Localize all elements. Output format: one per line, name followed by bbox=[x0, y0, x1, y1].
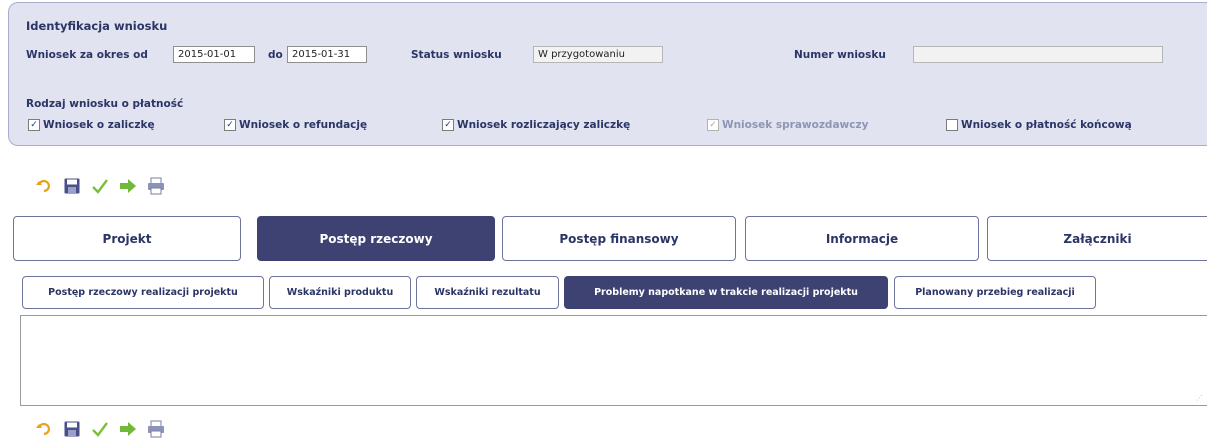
checkbox-label: Wniosek o zaliczkę bbox=[43, 119, 155, 131]
undo-icon[interactable] bbox=[34, 419, 54, 439]
print-icon[interactable] bbox=[146, 419, 166, 439]
period-from-field[interactable] bbox=[173, 46, 255, 63]
status-label: Status wniosku bbox=[411, 49, 502, 61]
checkbox-report: ✓ Wniosek sprawozdawczy bbox=[707, 119, 868, 131]
checkbox-advance-settlement[interactable]: ✓ Wniosek rozliczający zaliczkę bbox=[442, 119, 630, 131]
checkbox-label: Wniosek o płatność końcową bbox=[961, 119, 1132, 131]
payment-type-label: Rodzaj wniosku o płatność bbox=[26, 98, 184, 110]
problems-textarea[interactable]: ⋰ bbox=[20, 315, 1207, 406]
subtab-postep-rzeczowy-realizacji[interactable]: Postęp rzeczowy realizacji projektu bbox=[22, 276, 264, 309]
number-label: Numer wniosku bbox=[794, 49, 886, 61]
send-icon[interactable] bbox=[118, 419, 138, 439]
checkbox-checked-icon: ✓ bbox=[707, 119, 719, 131]
checkbox-advance-payment[interactable]: ✓ Wniosek o zaliczkę bbox=[28, 119, 155, 131]
checkbox-label: Wniosek o refundację bbox=[239, 119, 368, 131]
tab-postep-finansowy[interactable]: Postęp finansowy bbox=[502, 216, 736, 261]
panel-title: Identyfikacja wniosku bbox=[26, 19, 168, 33]
subtab-wskazniki-produktu[interactable]: Wskaźniki produktu bbox=[269, 276, 411, 309]
tab-informacje[interactable]: Informacje bbox=[745, 216, 979, 261]
checkbox-checked-icon[interactable]: ✓ bbox=[224, 119, 236, 131]
toolbar-bottom bbox=[34, 419, 166, 439]
status-field: W przygotowaniu bbox=[533, 46, 663, 63]
toolbar-top bbox=[34, 176, 166, 196]
tab-zalaczniki[interactable]: Załączniki bbox=[987, 216, 1207, 261]
subtab-problemy-napotkane[interactable]: Problemy napotkane w trakcie realizacji … bbox=[564, 276, 888, 309]
application-identification-panel: Identyfikacja wniosku Wniosek za okres o… bbox=[8, 2, 1207, 146]
print-icon[interactable] bbox=[146, 176, 166, 196]
checkbox-checked-icon[interactable]: ✓ bbox=[442, 119, 454, 131]
checkbox-final-payment[interactable]: Wniosek o płatność końcową bbox=[946, 119, 1132, 131]
checkbox-checked-icon[interactable]: ✓ bbox=[28, 119, 40, 131]
save-icon[interactable] bbox=[62, 419, 82, 439]
subtab-planowany-przebieg[interactable]: Planowany przebieg realizacji bbox=[894, 276, 1096, 309]
check-icon[interactable] bbox=[90, 176, 110, 196]
checkbox-label: Wniosek rozliczający zaliczkę bbox=[457, 119, 631, 131]
send-icon[interactable] bbox=[118, 176, 138, 196]
period-from-label: Wniosek za okres od bbox=[26, 49, 148, 61]
resize-grip-icon[interactable]: ⋰ bbox=[1196, 394, 1203, 402]
check-icon[interactable] bbox=[90, 419, 110, 439]
tab-postep-rzeczowy[interactable]: Postęp rzeczowy bbox=[257, 216, 495, 261]
save-icon[interactable] bbox=[62, 176, 82, 196]
checkbox-label: Wniosek sprawozdawczy bbox=[722, 119, 869, 131]
number-field bbox=[913, 46, 1163, 63]
undo-icon[interactable] bbox=[34, 176, 54, 196]
tab-projekt[interactable]: Projekt bbox=[13, 216, 241, 261]
period-to-field[interactable] bbox=[287, 46, 367, 63]
subtab-wskazniki-rezultatu[interactable]: Wskaźniki rezultatu bbox=[416, 276, 559, 309]
checkbox-unchecked-icon[interactable] bbox=[946, 119, 958, 131]
period-to-label: do bbox=[268, 49, 283, 61]
checkbox-refund[interactable]: ✓ Wniosek o refundację bbox=[224, 119, 367, 131]
